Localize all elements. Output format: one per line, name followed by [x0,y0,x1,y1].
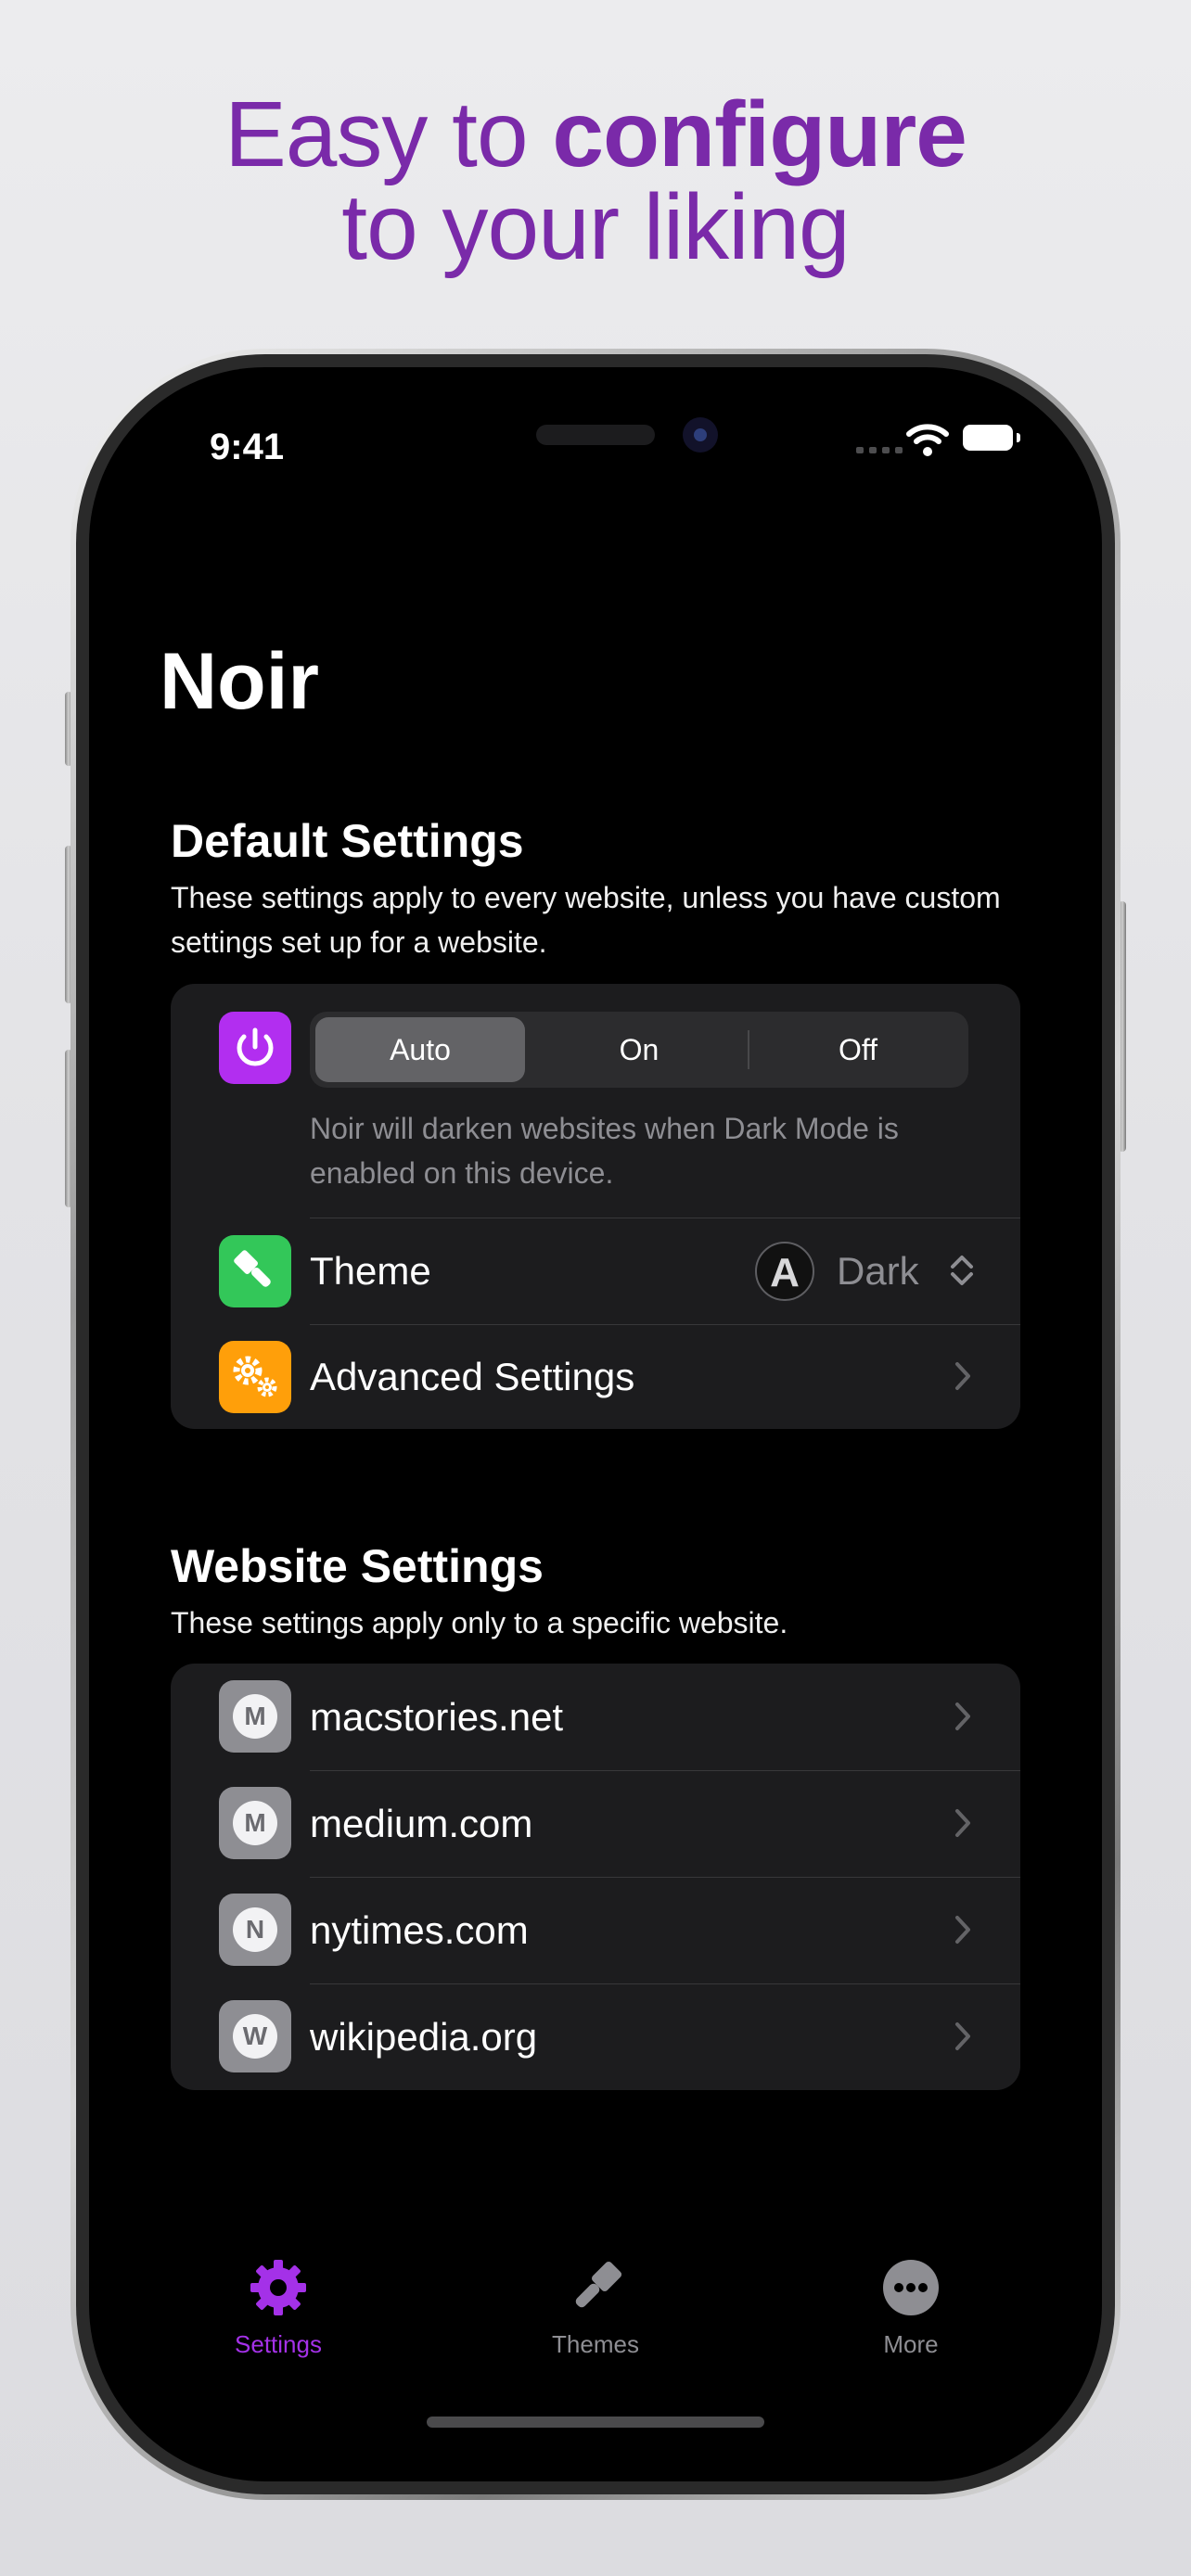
tab-label: Themes [552,2330,639,2358]
site-row-nytimes[interactable]: N nytimes.com [171,1877,1020,1983]
tab-more[interactable]: More [818,2255,1004,2359]
default-settings-description: These settings apply to every website, u… [171,881,1001,959]
website-settings-description: These settings apply only to a specific … [171,1606,788,1639]
site-row-wikipedia[interactable]: W wikipedia.org [171,1983,1020,2090]
tab-label: More [883,2330,939,2358]
mode-segmented-control: Auto On Off [310,1012,968,1088]
site-letter: M [233,1694,277,1739]
site-name: macstories.net [310,1695,564,1739]
website-settings-group: M macstories.net M medium.com N nytimes.… [171,1664,1020,2090]
gear-icon [250,2260,306,2315]
mode-hint-text: Noir will darken websites when Dark Mode… [310,1112,899,1190]
headline-line-2: to your liking [341,175,850,279]
site-letter: M [233,1801,277,1845]
advanced-settings-row[interactable]: Advanced Settings [171,1325,1020,1429]
site-row-medium[interactable]: M medium.com [171,1770,1020,1877]
front-camera [683,417,718,453]
mode-off-segment[interactable]: Off [753,1017,963,1082]
gears-icon [219,1341,291,1413]
tab-label: Settings [235,2330,322,2358]
status-time: 9:41 [210,427,285,467]
headline-regular: Easy to [224,83,553,186]
theme-auto-badge: A [755,1242,814,1301]
ellipsis-circle-icon [883,2260,939,2315]
chevron-right-icon [955,1702,970,1730]
home-indicator[interactable] [427,2417,764,2428]
chevron-right-icon [955,2022,970,2050]
paintbrush-icon [219,1235,291,1307]
chevron-right-icon [955,1916,970,1944]
site-favicon: M [219,1680,291,1753]
app-title: Noir [160,637,319,726]
site-row-macstories[interactable]: M macstories.net [171,1664,1020,1770]
paintbrush-icon [575,2261,622,2308]
advanced-settings-label: Advanced Settings [310,1355,635,1398]
chevron-up-down-icon [951,1256,973,1285]
phone-screen: 9:41 Noir Default Settings These setting… [89,367,1102,2481]
site-favicon: W [219,2000,291,2072]
chevron-right-icon [955,1362,970,1390]
segment-separator [748,1030,749,1069]
site-letter: N [233,1907,277,1952]
power-icon [219,1012,291,1084]
default-settings-title: Default Settings [171,815,524,867]
theme-label: Theme [310,1249,431,1293]
headline-bold: configure [552,83,967,186]
tab-settings[interactable]: Settings [186,2255,371,2359]
site-favicon: N [219,1894,291,1966]
tab-themes[interactable]: Themes [503,2255,688,2359]
earpiece-speaker [536,425,655,445]
cellular-signal-icon [856,441,908,458]
site-name: wikipedia.org [310,2015,538,2059]
mode-auto-segment[interactable]: Auto [315,1017,525,1082]
battery-icon [963,425,1020,451]
theme-row[interactable]: Theme A Dark [171,1218,1020,1324]
site-name: medium.com [310,1802,533,1845]
theme-value[interactable]: Dark [837,1249,919,1294]
chevron-right-icon [955,1809,970,1837]
default-settings-group: Auto On Off Noir will darken websites wh… [171,984,1020,1429]
mode-on-segment[interactable]: On [534,1017,744,1082]
site-letter: W [233,2014,277,2059]
site-favicon: M [219,1787,291,1859]
website-settings-title: Website Settings [171,1540,544,1592]
headline-line-1: Easy to configure [0,88,1191,181]
site-name: nytimes.com [310,1908,529,1952]
wifi-icon [906,424,949,456]
